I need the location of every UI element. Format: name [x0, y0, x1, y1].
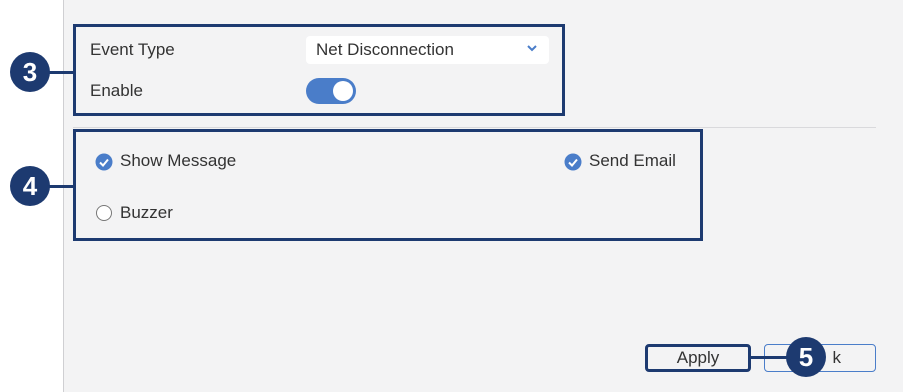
- callout-badge-5: 5: [786, 337, 826, 377]
- back-button-label: k: [832, 348, 842, 367]
- callout-badge-4: 4: [10, 166, 50, 206]
- apply-button[interactable]: Apply: [645, 344, 751, 372]
- callout-leader-4: [48, 185, 74, 188]
- section-divider: [73, 127, 876, 128]
- callout-badge-3: 3: [10, 52, 50, 92]
- callout-leader-5: [749, 356, 789, 359]
- callout-leader-3: [48, 71, 74, 74]
- highlight-box-event: [73, 24, 565, 116]
- apply-button-label: Apply: [676, 348, 720, 367]
- highlight-box-actions: [73, 129, 703, 241]
